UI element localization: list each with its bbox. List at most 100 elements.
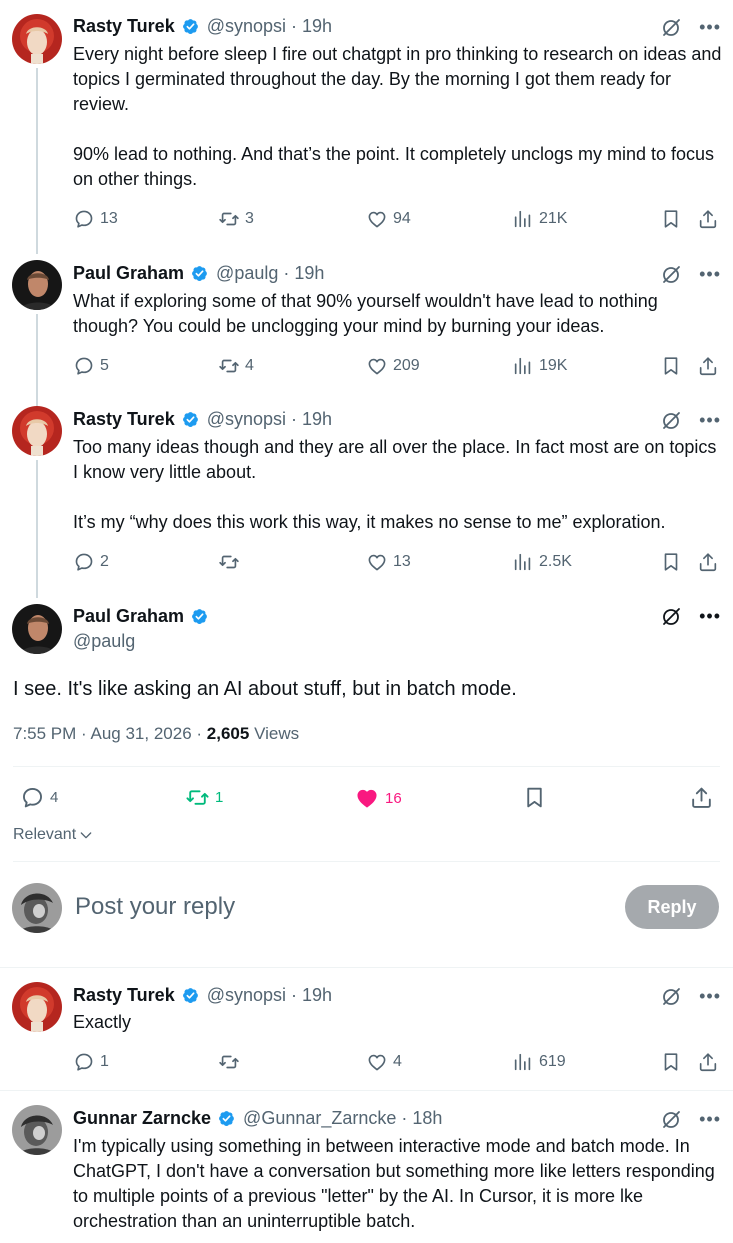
post-time[interactable]: 19h (302, 16, 332, 37)
verified-badge-icon (191, 607, 208, 625)
views-button[interactable]: 21K (512, 208, 567, 230)
reply-submit-button[interactable]: Reply (625, 885, 719, 929)
post-date[interactable]: Aug 31, 2026 (91, 724, 192, 743)
thread-connector-line (36, 460, 38, 598)
like-button[interactable]: 4 (366, 1051, 402, 1073)
verified-badge-icon (191, 264, 208, 282)
share-button[interactable] (689, 785, 714, 810)
post-timestamp[interactable]: 7:55 PM (13, 724, 76, 743)
bookmark-button[interactable] (522, 785, 547, 810)
repost-button[interactable]: 4 (218, 355, 254, 377)
sort-replies-dropdown[interactable]: Relevant (13, 826, 94, 844)
author-name[interactable]: Rasty Turek (73, 409, 175, 430)
repost-icon-active (186, 790, 209, 805)
avatar[interactable] (12, 604, 62, 654)
views-icon (514, 357, 531, 375)
like-icon (368, 358, 386, 375)
author-handle[interactable]: @synopsi (207, 985, 286, 1006)
avatar[interactable] (12, 1105, 62, 1155)
grok-icon[interactable] (660, 16, 682, 38)
bookmark-button[interactable] (660, 208, 682, 230)
author-handle[interactable]: @Gunnar_Zarncke (243, 1108, 396, 1129)
current-user-avatar[interactable] (12, 883, 62, 933)
main-post-header: Paul Graham (73, 603, 216, 629)
more-options-icon[interactable]: ••• (699, 1110, 721, 1128)
reply-button[interactable]: 4 (20, 785, 58, 810)
author-handle[interactable]: @synopsi (207, 409, 286, 430)
like-button[interactable]: 13 (366, 551, 411, 573)
views-count: 19K (539, 357, 568, 374)
author-handle[interactable]: @paulg (73, 631, 135, 652)
reply-icon (75, 1053, 93, 1071)
reply-composer-input[interactable]: Post your reply (75, 893, 235, 921)
post-paragraph: It’s my “why does this work this way, it… (73, 512, 666, 532)
verified-badge-icon (181, 986, 199, 1004)
repost-button[interactable]: 1 (185, 785, 223, 810)
main-post-text: I see. It's like asking an AI about stuf… (13, 678, 517, 700)
author-name[interactable]: Paul Graham (73, 263, 184, 284)
post-paragraph: What if exploring some of that 90% yours… (73, 291, 658, 336)
grok-icon[interactable] (660, 263, 682, 285)
views-button[interactable]: 19K (512, 355, 567, 377)
views-button[interactable]: 2.5K (512, 551, 572, 573)
grok-icon[interactable] (660, 985, 682, 1007)
post-time[interactable]: 19h (302, 409, 332, 430)
more-options-icon[interactable]: ••• (699, 265, 721, 283)
like-button[interactable]: 209 (366, 355, 420, 377)
post-action-bar: 1 4 619 (73, 1051, 723, 1075)
repost-count: 4 (245, 357, 254, 374)
post-paragraph: Too many ideas though and they are all o… (73, 437, 717, 482)
share-button[interactable] (697, 208, 719, 230)
author-name[interactable]: Gunnar Zarncke (73, 1108, 211, 1129)
divider (0, 967, 733, 968)
grok-icon[interactable] (660, 1108, 682, 1130)
share-button[interactable] (697, 355, 719, 377)
divider (13, 861, 720, 862)
bookmark-button[interactable] (660, 1051, 682, 1073)
bookmark-button[interactable] (660, 355, 682, 377)
reply-count: 4 (50, 789, 59, 806)
reply-button[interactable]: 2 (73, 551, 109, 573)
author-handle[interactable]: @paulg (216, 263, 278, 284)
more-options-icon[interactable]: ••• (699, 987, 721, 1005)
avatar[interactable] (12, 14, 62, 64)
share-button[interactable] (697, 551, 719, 573)
like-count: 209 (393, 357, 420, 374)
like-icon-active (357, 789, 377, 808)
grok-icon[interactable] (660, 605, 682, 627)
more-options-icon[interactable]: ••• (699, 607, 721, 625)
post-action-bar: 5 4 209 19K (73, 355, 723, 379)
author-handle[interactable]: @synopsi (207, 16, 286, 37)
post-time[interactable]: 18h (412, 1108, 442, 1129)
reply-button[interactable]: 1 (73, 1051, 109, 1073)
post-time[interactable]: 19h (302, 985, 332, 1006)
like-button[interactable]: 16 (354, 785, 402, 811)
author-name[interactable]: Rasty Turek (73, 16, 175, 37)
like-button[interactable]: 94 (366, 208, 411, 230)
more-options-icon[interactable]: ••• (699, 18, 721, 36)
avatar[interactable] (12, 260, 62, 310)
verified-badge-icon (181, 410, 199, 428)
repost-button[interactable] (218, 551, 240, 573)
avatar[interactable] (12, 982, 62, 1032)
bookmark-button[interactable] (660, 551, 682, 573)
views-button[interactable]: 619 (512, 1051, 566, 1073)
like-icon (368, 554, 386, 571)
grok-icon[interactable] (660, 409, 682, 431)
repost-button[interactable]: 3 (218, 208, 254, 230)
author-name[interactable]: Paul Graham (73, 606, 184, 627)
reply-button[interactable]: 5 (73, 355, 109, 377)
verified-badge-icon (181, 17, 199, 35)
avatar[interactable] (12, 406, 62, 456)
views-count: 2.5K (539, 553, 572, 570)
more-options-icon[interactable]: ••• (699, 411, 721, 429)
reply-button[interactable]: 13 (73, 208, 118, 230)
repost-icon (219, 555, 239, 569)
author-name[interactable]: Rasty Turek (73, 985, 175, 1006)
repost-button[interactable] (218, 1051, 240, 1073)
post-corner-actions: ••• (660, 263, 721, 285)
post-paragraph: Every night before sleep I fire out chat… (73, 44, 722, 114)
post-time[interactable]: 19h (294, 263, 324, 284)
post-corner-actions: ••• (660, 1108, 721, 1130)
share-button[interactable] (697, 1051, 719, 1073)
